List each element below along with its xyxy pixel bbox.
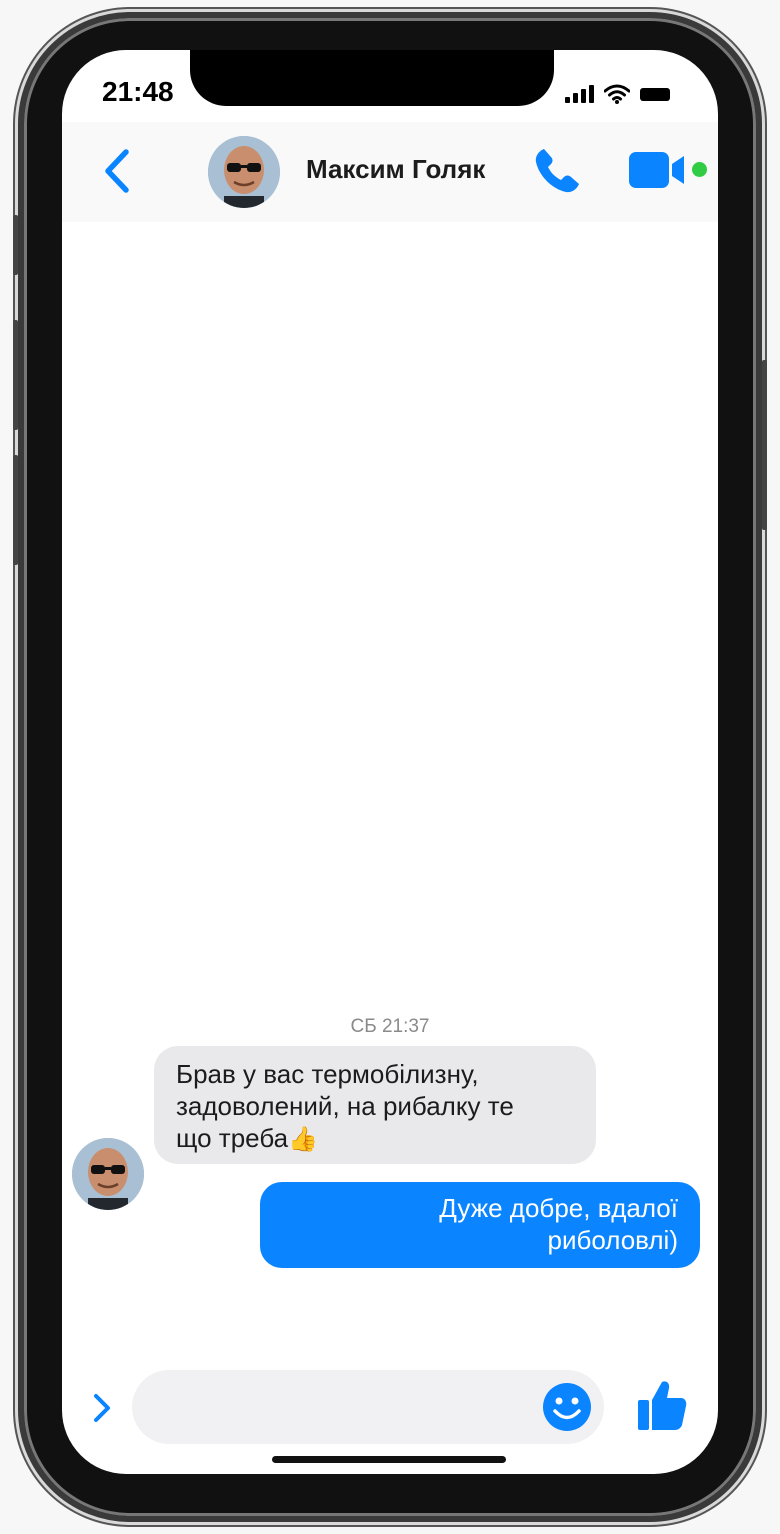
online-status-indicator (692, 162, 707, 177)
smiley-icon[interactable] (542, 1382, 592, 1432)
phone-icon[interactable] (530, 144, 584, 198)
battery-icon (640, 87, 670, 101)
home-indicator[interactable] (272, 1456, 506, 1463)
chevron-right-icon[interactable] (90, 1390, 114, 1426)
incoming-message-bubble[interactable]: Брав у вас термобілизну, задоволений, на… (154, 1046, 596, 1164)
thumbs-up-emoji: 👍 (288, 1126, 318, 1153)
contact-name[interactable]: Максим Голяк (306, 154, 485, 185)
video-camera-icon[interactable] (628, 150, 688, 190)
status-time: 21:48 (102, 76, 174, 107)
chat-header: Максим Голяк (62, 122, 718, 222)
message-line: риболовлі) (547, 1225, 678, 1255)
message-line: що треба👍 (176, 1122, 574, 1156)
sender-avatar[interactable] (72, 1138, 144, 1210)
volume-up-button (13, 320, 18, 430)
cellular-signal-icon (565, 85, 594, 103)
messenger-screen: 21:48 Максим Голяк СБ 21:37 Брав у вас т… (62, 50, 718, 1474)
wifi-icon (604, 84, 630, 104)
outgoing-message-bubble[interactable]: Дуже добре, вдалої риболовлі) (260, 1182, 700, 1268)
message-line: Дуже добре, вдалої (439, 1193, 678, 1223)
volume-down-button (13, 455, 18, 565)
contact-avatar[interactable] (208, 136, 280, 208)
back-chevron-icon[interactable] (98, 146, 138, 196)
message-text: що треба (176, 1123, 289, 1153)
status-icons (565, 84, 670, 104)
thumbs-up-icon[interactable] (636, 1378, 688, 1432)
message-input[interactable] (132, 1370, 604, 1444)
power-button (762, 360, 767, 530)
message-line: задоволений, на рибалку те (176, 1091, 514, 1121)
notch (190, 50, 554, 106)
mute-switch (13, 215, 18, 275)
message-line: Брав у вас термобілизну, (176, 1059, 479, 1089)
message-timestamp: СБ 21:37 (350, 1016, 430, 1037)
